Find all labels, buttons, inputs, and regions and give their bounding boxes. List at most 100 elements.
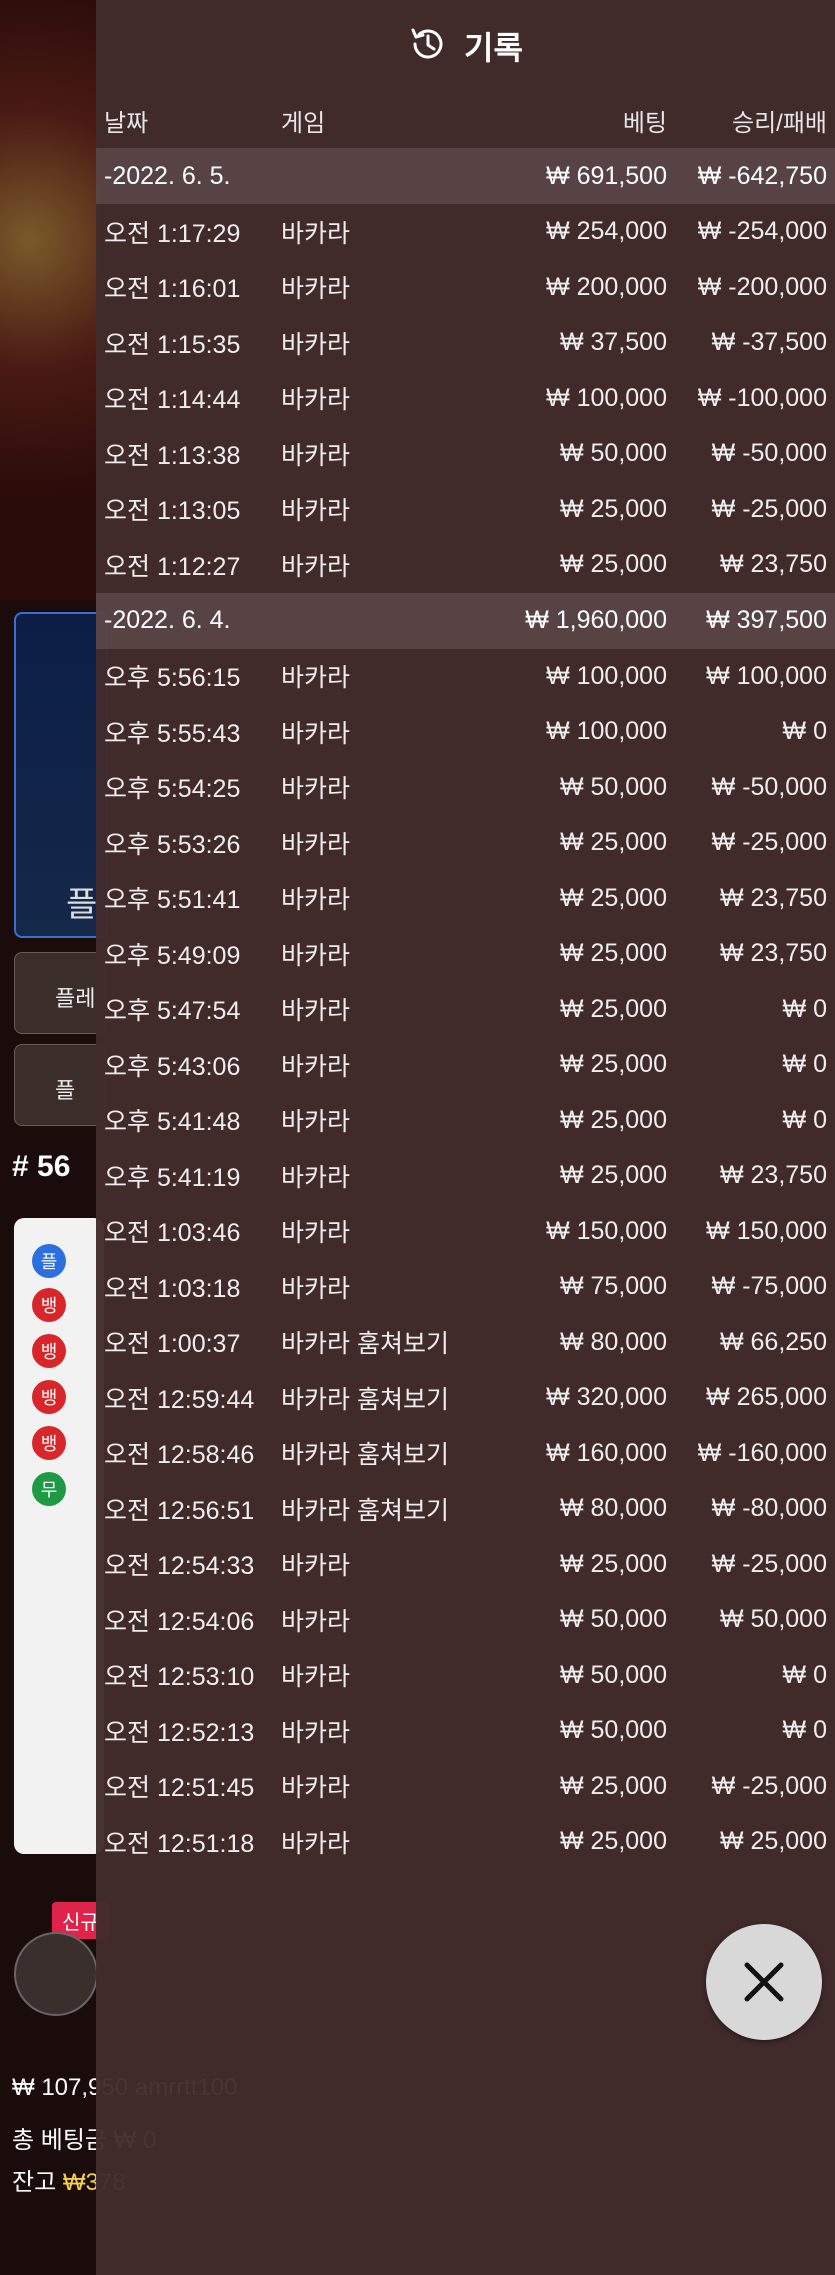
history-row: 오후 5:49:09 바카라 ₩ 25,000 ₩ 23,750: [96, 926, 835, 982]
row-game: 바카라 훔쳐보기: [281, 1330, 449, 1359]
row-date: -2022. 6. 5.: [104, 161, 231, 190]
history-row: 오전 1:14:44 바카라 ₩ 100,000 ₩ -100,000: [96, 371, 835, 427]
history-row: 오전 12:56:51 바카라 훔쳐보기 ₩ 80,000 ₩ -80,000: [96, 1481, 835, 1537]
row-date: 오후 5:41:48: [104, 1108, 241, 1137]
column-bet: 베팅: [622, 109, 667, 137]
history-row: 오전 12:54:33 바카라 ₩ 25,000 ₩ -25,000: [96, 1537, 835, 1593]
row-date: 오후 5:41:19: [104, 1163, 241, 1192]
history-row: 오전 12:53:10 바카라 ₩ 50,000 ₩ 0: [96, 1648, 835, 1704]
row-game: 바카라: [281, 330, 351, 359]
row-game: 바카라: [281, 441, 351, 470]
row-result: ₩ 0: [782, 1716, 827, 1745]
row-bet: ₩ 1,960,000: [525, 606, 667, 634]
close-icon: [744, 1962, 784, 2002]
row-result: ₩ 265,000: [706, 1383, 827, 1412]
row-bet: ₩ 100,000: [546, 383, 667, 412]
road-marker: 뱅: [32, 1288, 66, 1322]
history-row: 오전 1:00:37 바카라 훔쳐보기 ₩ 80,000 ₩ 66,250: [96, 1315, 835, 1371]
history-row: 오전 1:15:35 바카라 ₩ 37,500 ₩ -37,500: [96, 315, 835, 371]
history-row: 오전 12:59:44 바카라 훔쳐보기 ₩ 320,000 ₩ 265,000: [96, 1370, 835, 1426]
close-button[interactable]: [706, 1924, 822, 2040]
row-date: 오전 1:15:35: [104, 330, 241, 359]
row-result: ₩ 23,750: [719, 883, 827, 912]
row-game: 바카라: [281, 1274, 351, 1303]
row-date: 오전 12:52:13: [104, 1718, 255, 1747]
history-row: 오후 5:41:48 바카라 ₩ 25,000 ₩ 0: [96, 1093, 835, 1149]
row-date: 오후 5:54:25: [104, 775, 241, 804]
history-row: 오전 1:03:18 바카라 ₩ 75,000 ₩ -75,000: [96, 1259, 835, 1315]
road-marker: 플: [32, 1244, 66, 1278]
player-bonus-label: 플: [55, 1078, 76, 1103]
row-bet: ₩ 25,000: [559, 494, 667, 523]
row-date: 오전 1:17:29: [104, 219, 241, 248]
row-date: 오후 5:55:43: [104, 719, 241, 748]
road-marker: 뱅: [32, 1426, 66, 1460]
row-game: 바카라: [281, 275, 351, 304]
row-result: ₩ 0: [782, 1050, 827, 1079]
history-row: 오전 12:52:13 바카라 ₩ 50,000 ₩ 0: [96, 1703, 835, 1759]
row-bet: ₩ 80,000: [559, 1494, 667, 1523]
chip-selector[interactable]: [14, 1932, 98, 2016]
player-bonus-button[interactable]: 플: [14, 1044, 106, 1126]
date-group-row: -2022. 6. 4. ₩ 1,960,000 ₩ 397,500: [96, 592, 835, 649]
row-bet: ₩ 50,000: [559, 1716, 667, 1745]
row-date: 오전 1:13:38: [104, 441, 241, 470]
row-bet: ₩ 200,000: [546, 272, 667, 301]
history-row: 오전 1:17:29 바카라 ₩ 254,000 ₩ -254,000: [96, 204, 835, 260]
row-date: 오전 1:13:05: [104, 497, 241, 526]
row-game: 바카라: [281, 886, 351, 915]
row-game: 바카라: [281, 1829, 351, 1858]
row-result: ₩ -80,000: [711, 1494, 827, 1523]
row-result: ₩ -254,000: [697, 217, 827, 246]
column-result: 승리/패배: [732, 109, 827, 137]
history-row: 오전 1:03:46 바카라 ₩ 150,000 ₩ 150,000: [96, 1204, 835, 1260]
row-date: 오전 1:16:01: [104, 275, 241, 304]
history-list[interactable]: -2022. 6. 5. ₩ 691,500 ₩ -642,750 오전 1:17:2…: [96, 148, 835, 1870]
row-bet: ₩ 50,000: [559, 439, 667, 468]
history-row: 오후 5:47:54 바카라 ₩ 25,000 ₩ 0: [96, 982, 835, 1038]
row-bet: ₩ 25,000: [559, 883, 667, 912]
history-row: 오전 1:16:01 바카라 ₩ 200,000 ₩ -200,000: [96, 260, 835, 316]
row-result: ₩ 0: [782, 1660, 827, 1689]
row-bet: ₩ 25,000: [559, 1105, 667, 1134]
history-row: 오후 5:41:19 바카라 ₩ 25,000 ₩ 23,750: [96, 1148, 835, 1204]
row-game: 바카라: [281, 1663, 351, 1692]
row-game: 바카라 훔쳐보기: [281, 1385, 449, 1414]
history-title: 기록: [464, 30, 523, 66]
row-date: 오후 5:53:26: [104, 830, 241, 859]
row-bet: ₩ 80,000: [559, 1327, 667, 1356]
row-result: ₩ 25,000: [719, 1827, 827, 1856]
row-game: 바카라 훔쳐보기: [281, 1441, 449, 1470]
row-game: 바카라: [281, 497, 351, 526]
row-date: 오후 5:43:06: [104, 1052, 241, 1081]
row-date: 오전 12:53:10: [104, 1663, 255, 1692]
row-bet: ₩ 50,000: [559, 1605, 667, 1634]
row-result: ₩ -50,000: [711, 439, 827, 468]
row-bet: ₩ 25,000: [559, 994, 667, 1023]
row-bet: ₩ 25,000: [559, 1827, 667, 1856]
history-row: 오전 12:51:18 바카라 ₩ 25,000 ₩ 25,000: [96, 1814, 835, 1870]
row-result: ₩ -200,000: [697, 272, 827, 301]
row-game: 바카라: [281, 1552, 351, 1581]
row-bet: ₩ 320,000: [546, 1383, 667, 1412]
row-bet: ₩ 37,500: [559, 328, 667, 357]
history-row: 오후 5:51:41 바카라 ₩ 25,000 ₩ 23,750: [96, 871, 835, 927]
history-row: 오후 5:43:06 바카라 ₩ 25,000 ₩ 0: [96, 1037, 835, 1093]
player-bet-area[interactable]: 플: [14, 612, 108, 938]
column-date: 날짜: [104, 109, 149, 137]
history-header: 기록: [96, 0, 835, 92]
player-pair-button[interactable]: 플레: [14, 952, 106, 1034]
history-row: 오전 12:51:45 바카라 ₩ 25,000 ₩ -25,000: [96, 1759, 835, 1815]
row-result: ₩ -25,000: [711, 494, 827, 523]
row-game: 바카라: [281, 1219, 351, 1248]
row-date: 오후 5:47:54: [104, 997, 241, 1026]
row-result: ₩ 0: [782, 1105, 827, 1134]
row-date: 오전 1:12:27: [104, 552, 241, 581]
dealer-table-scene: [0, 0, 100, 600]
row-result: ₩ 23,750: [719, 1161, 827, 1190]
row-result: ₩ -25,000: [711, 1549, 827, 1578]
row-game: 바카라: [281, 1718, 351, 1747]
row-date: 오전 12:58:46: [104, 1441, 255, 1470]
row-game: 바카라: [281, 219, 351, 248]
history-row: 오전 12:54:06 바카라 ₩ 50,000 ₩ 50,000: [96, 1592, 835, 1648]
